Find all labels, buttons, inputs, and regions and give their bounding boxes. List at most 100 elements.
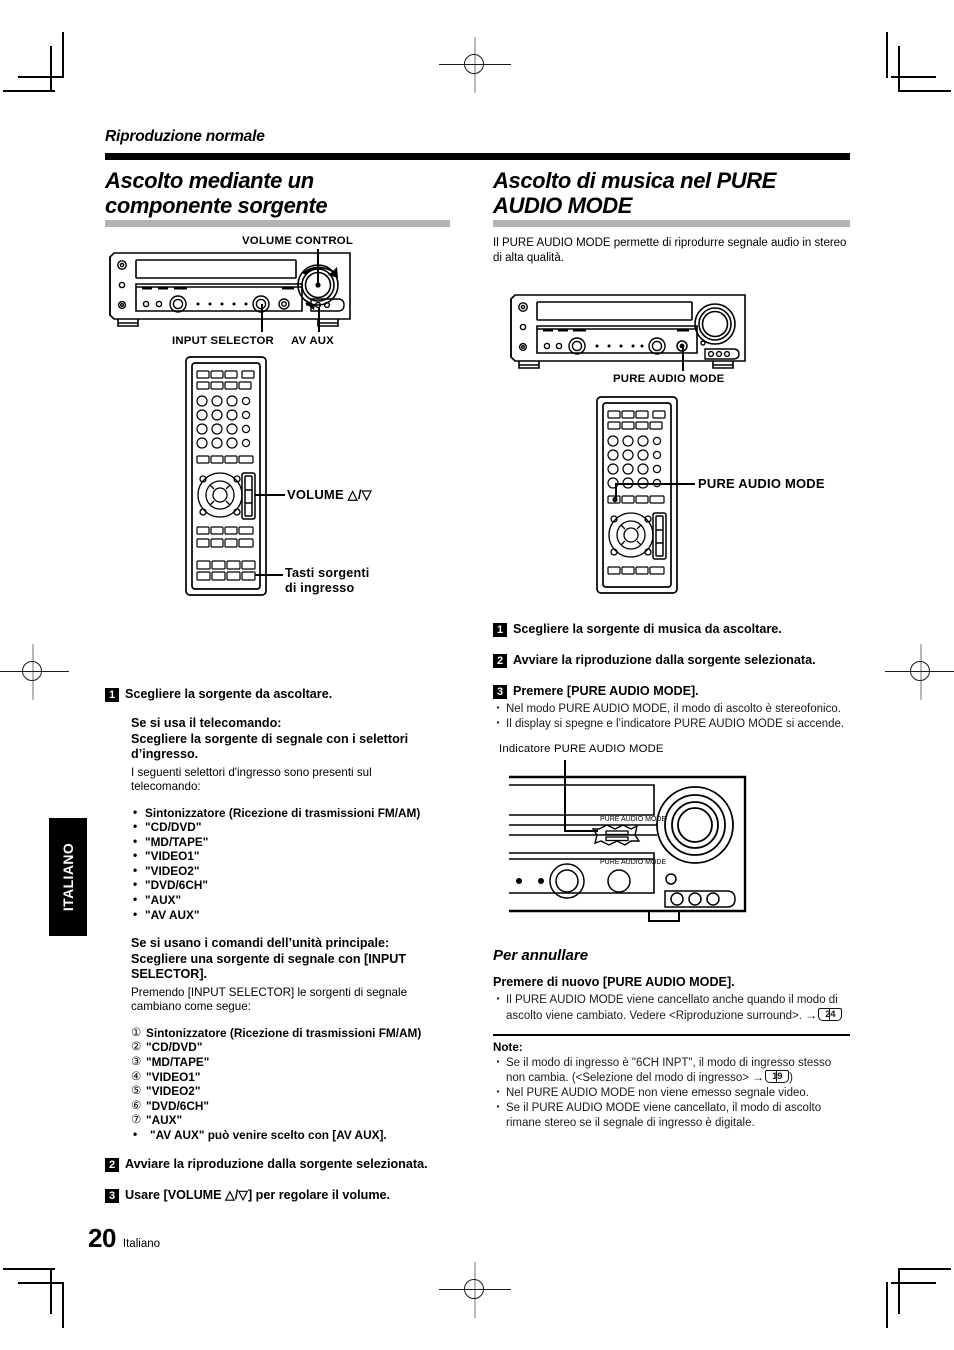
list-marker: ③ <box>131 1055 142 1068</box>
leader-pure-audio-mode-remote-v <box>615 483 617 501</box>
right-step-1-text: Scegliere la sorgente di musica da ascol… <box>513 622 782 636</box>
page-number: 20 <box>88 1223 116 1253</box>
list-item-label: Sintonizzatore (Ricezione di trasmission… <box>146 1025 422 1040</box>
leader-indicator-caption-v <box>564 760 566 833</box>
left-step-2-text: Avviare la riproduzione dalla sorgente s… <box>125 1156 428 1171</box>
label-source-buttons: Tasti sorgenti di ingresso <box>285 566 370 595</box>
leader-indicator-caption-h <box>564 830 598 832</box>
list-item-label: "MD/TAPE" <box>146 1054 210 1069</box>
list-marker: ④ <box>131 1070 142 1083</box>
running-head: Riproduzione normale <box>105 128 265 145</box>
language-side-tab-label: ITALIANO <box>60 842 76 912</box>
right-section-title: Ascolto di musica nel PURE AUDIO MODE <box>493 168 777 218</box>
list-item: ④ "VIDEO1" <box>131 1070 450 1085</box>
right-title-rule <box>493 220 850 227</box>
list-item: ⑦ "AUX" <box>131 1113 450 1128</box>
receiver-front-panel-diagram-pure <box>510 294 746 369</box>
list-item: Nel PURE AUDIO MODE non viene emesso seg… <box>493 1084 850 1100</box>
registration-mark-bottom <box>439 1262 511 1318</box>
notes-heading: Note: <box>493 1040 523 1054</box>
list-marker: ⑤ <box>131 1085 142 1098</box>
list-item: "DVD/6CH" <box>131 877 450 893</box>
indicator-detail-area: Indicatore PURE AUDIO MODE PURE AUDIO MO… <box>493 743 850 925</box>
left-diagram-area: VOLUME CONTROL INPUT SELECTOR AV AUX VOL… <box>105 227 450 675</box>
right-step-3-text: Premere [PURE AUDIO MODE]. <box>513 684 699 698</box>
leader-volume-updown <box>255 494 285 496</box>
list-item-label: "AUX" <box>146 1113 183 1128</box>
list-item: Il PURE AUDIO MODE viene cancellato anch… <box>493 991 850 1022</box>
crop-mark-bottom-right <box>794 1220 954 1350</box>
label-input-selector: INPUT SELECTOR <box>172 335 274 347</box>
arrow-icon: → <box>752 1070 765 1085</box>
cancel-instruction: Premere di nuovo [PURE AUDIO MODE]. <box>493 975 735 990</box>
notes-list: Se il modo di ingresso è "6CH INPT", il … <box>493 1054 850 1130</box>
unit-usage-heading: Se si usano i comandi dell’unità princip… <box>131 936 407 982</box>
left-column: Ascolto mediante un componente sorgente … <box>105 168 450 1203</box>
page-language-label: Italiano <box>122 1238 161 1250</box>
leader-source-buttons <box>255 574 283 576</box>
left-step-1: 1 Scegliere la sorgente da ascoltare. <box>105 687 450 702</box>
label-volume-updown: VOLUME △/▽ <box>287 487 372 502</box>
list-item: Sintonizzatore (Ricezione di trasmission… <box>131 805 450 821</box>
page-reference-icon: 24 <box>818 1007 843 1021</box>
page-header: Riproduzione normale <box>105 128 850 160</box>
list-item: Il display si spegne e l’indicatore PURE… <box>493 715 850 731</box>
registration-mark-left <box>0 644 69 700</box>
right-step-1: 1 Scegliere la sorgente di musica da asc… <box>493 622 850 637</box>
list-item: "AV AUX" <box>131 907 450 923</box>
right-column: Ascolto di musica nel PURE AUDIO MODE Il… <box>493 168 850 1130</box>
leader-av-aux <box>318 307 320 332</box>
list-item: "MD/TAPE" <box>131 834 450 850</box>
label-volume-control: VOLUME CONTROL <box>242 235 354 247</box>
list-item: ① Sintonizzatore (Ricezione di trasmissi… <box>131 1026 450 1041</box>
remote-control-diagram-pure <box>596 396 678 594</box>
list-item: "AUX" <box>131 892 450 908</box>
list-item: Se il modo di ingresso è "6CH INPT", il … <box>493 1054 850 1085</box>
page-reference-number: 24 <box>825 1008 836 1020</box>
right-step-2: 2 Avviare la riproduzione dalla sorgente… <box>493 653 850 668</box>
cancel-heading: Per annullare <box>493 947 589 965</box>
list-item: "VIDEO2" <box>131 863 450 879</box>
page-footer: 20 Italiano <box>88 1223 160 1254</box>
left-title-rule <box>105 220 450 227</box>
list-item-label: "CD/DVD" <box>146 1040 203 1055</box>
header-rule <box>105 153 850 160</box>
left-section-title: Ascolto mediante un componente sorgente <box>105 168 328 218</box>
crop-mark-top-left <box>0 0 160 140</box>
remote-source-list: Sintonizzatore (Ricezione di trasmission… <box>131 805 450 923</box>
remote-usage-body: I seguenti selettori d'ingresso sono pre… <box>131 765 372 794</box>
list-item: "VIDEO1" <box>131 848 450 864</box>
list-item-label: "VIDEO1" <box>146 1069 201 1084</box>
remote-control-diagram <box>185 356 267 596</box>
cancel-bullets: Il PURE AUDIO MODE viene cancellato anch… <box>493 991 850 1022</box>
left-step-2: 2 Avviare la riproduzione dalla sorgente… <box>105 1157 450 1172</box>
front-panel-indicator-detail: PURE AUDIO MODE PURE AUDIO MODE <box>509 776 747 923</box>
left-step-1-text: Scegliere la sorgente da ascoltare. <box>125 687 333 701</box>
manual-page: Riproduzione normale ITALIANO 20 Italian… <box>0 0 954 1350</box>
right-diagram-area: PURE AUDIO MODE PURE AUDIO MODE <box>493 265 850 620</box>
label-pure-audio-mode-unit: PURE AUDIO MODE <box>613 373 725 385</box>
right-intro-text: Il PURE AUDIO MODE permette di riprodurr… <box>493 237 847 264</box>
leader-input-selector <box>261 304 263 332</box>
list-item: ⑥ "DVD/6CH" <box>131 1099 450 1114</box>
leader-pure-audio-mode-unit <box>682 345 684 371</box>
list-item-label: Il PURE AUDIO MODE viene cancellato anch… <box>506 994 838 1022</box>
list-item: "CD/DVD" <box>131 819 450 835</box>
unit-usage-body: Premendo [INPUT SELECTOR] le sorgenti di… <box>131 985 408 1014</box>
list-item-label: "AV AUX" può venire scelto con [AV AUX]. <box>150 1127 387 1142</box>
list-item: "AV AUX" può venire scelto con [AV AUX]. <box>131 1127 450 1143</box>
page-reference-icon: 19 <box>765 1070 790 1084</box>
remote-usage-heading: Se si usa il telecomando: Scegliere la s… <box>131 716 409 761</box>
left-step-2-number: 2 <box>105 1157 119 1172</box>
page-reference-number: 19 <box>772 1071 783 1083</box>
right-step-2-text: Avviare la riproduzione dalla sorgente s… <box>513 653 816 667</box>
right-step-3-bullets: Nel modo PURE AUDIO MODE, il modo di asc… <box>493 700 850 731</box>
leader-volume-control <box>317 249 319 285</box>
right-step-3: 3 Premere [PURE AUDIO MODE]. <box>493 684 850 699</box>
left-step-3-text: Usare [VOLUME △/▽] per regolare il volum… <box>125 1187 391 1202</box>
label-pure-audio-mode-remote: PURE AUDIO MODE <box>698 476 825 491</box>
list-item: Se il PURE AUDIO MODE viene cancellato, … <box>493 1099 850 1129</box>
registration-mark-top <box>439 37 511 93</box>
left-step-3: 3 Usare [VOLUME △/▽] per regolare il vol… <box>105 1188 450 1203</box>
list-item: ③ "MD/TAPE" <box>131 1055 450 1070</box>
